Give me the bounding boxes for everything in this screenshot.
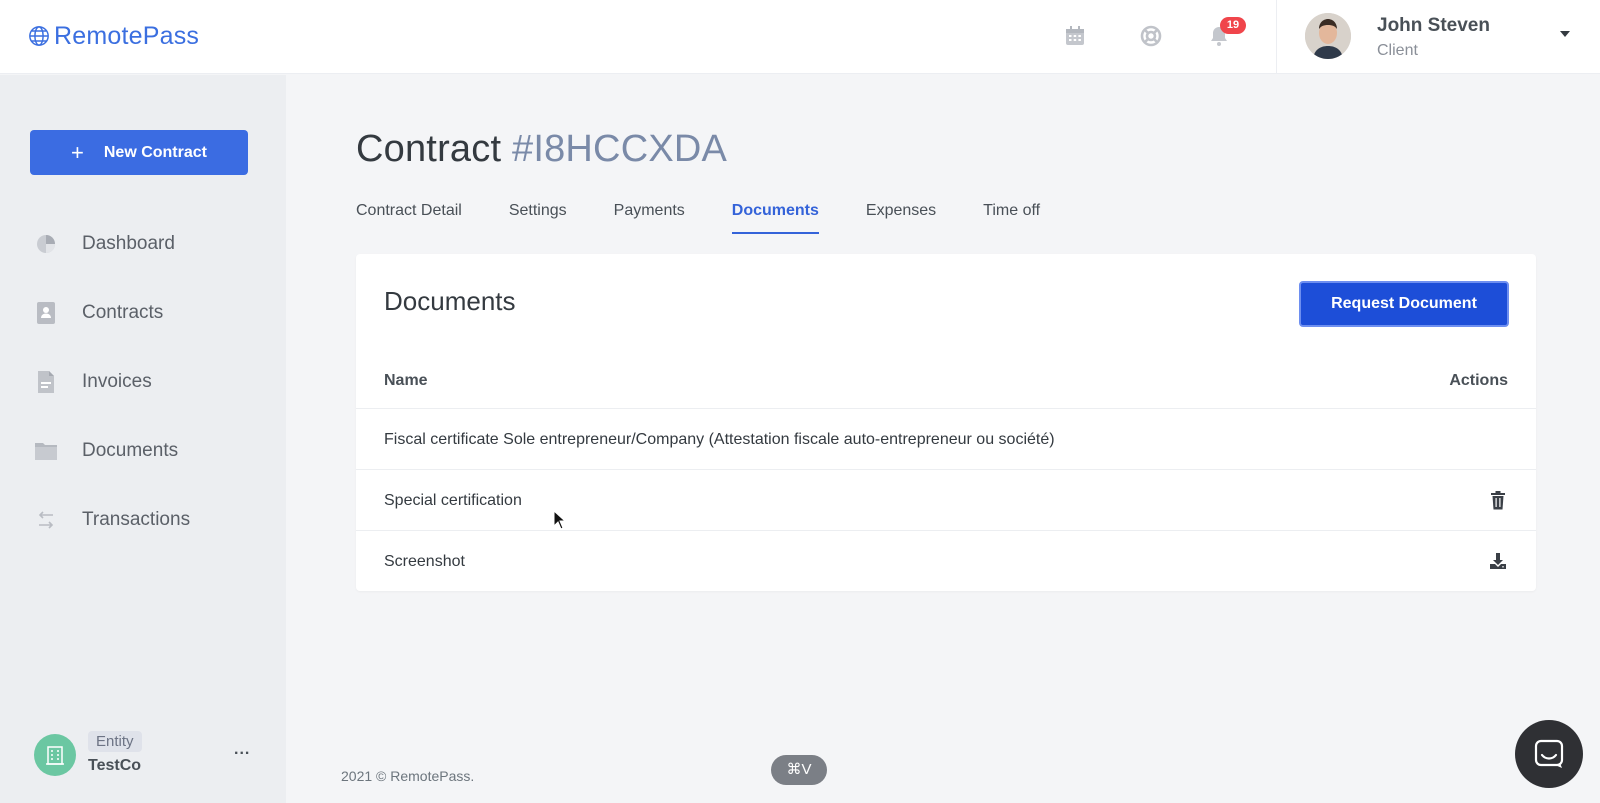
transfer-icon: [34, 508, 58, 532]
sidebar-item-label: Invoices: [82, 371, 152, 392]
tab-expenses[interactable]: Expenses: [866, 200, 936, 234]
sidebar: + New Contract Dashboard Contracts Invoi…: [0, 75, 286, 803]
avatar[interactable]: [1305, 13, 1351, 59]
tab-contract-detail[interactable]: Contract Detail: [356, 200, 462, 234]
column-header-name: Name: [384, 372, 428, 389]
entity-tag: Entity: [88, 731, 142, 752]
download-icon[interactable]: [1488, 551, 1508, 571]
sidebar-item-transactions[interactable]: Transactions: [0, 495, 286, 545]
more-options-icon[interactable]: ...: [234, 741, 250, 759]
new-contract-label: New Contract: [103, 143, 207, 161]
invoice-icon: [34, 370, 58, 394]
table-row: Special certification: [356, 469, 1536, 530]
sidebar-item-label: Transactions: [82, 509, 191, 530]
tab-payments[interactable]: Payments: [614, 200, 685, 234]
document-name: Screenshot: [384, 553, 465, 570]
column-header-actions: Actions: [1449, 372, 1508, 389]
sidebar-item-label: Contracts: [82, 302, 164, 323]
brand-name: RemotePass: [54, 21, 200, 50]
user-name[interactable]: John Steven: [1377, 15, 1490, 37]
brand-logo[interactable]: RemotePass: [28, 20, 199, 52]
request-document-button[interactable]: Request Document: [1299, 281, 1509, 327]
new-contract-button[interactable]: + New Contract: [30, 130, 248, 175]
sidebar-item-contracts[interactable]: Contracts: [0, 288, 286, 338]
notification-badge: 19: [1220, 17, 1246, 34]
building-icon: [34, 734, 76, 776]
document-name: Fiscal certificate Sole entrepreneur/Com…: [384, 431, 1055, 448]
chevron-down-icon[interactable]: [1555, 26, 1575, 42]
calendar-icon[interactable]: [1062, 23, 1088, 49]
entity-switcher[interactable]: Entity TestCo ...: [34, 731, 264, 781]
contract-id: #I8HCCXDA: [511, 128, 728, 170]
plus-icon: +: [71, 139, 84, 165]
contract-icon: [34, 301, 58, 325]
globe-icon: [29, 26, 49, 46]
footer-copyright: 2021 © RemotePass.: [341, 768, 475, 784]
table-row: Fiscal certificate Sole entrepreneur/Com…: [356, 408, 1536, 469]
shortcut-hint: ⌘V: [771, 755, 827, 785]
chat-icon: [1534, 739, 1564, 768]
sidebar-item-invoices[interactable]: Invoices: [0, 357, 286, 407]
page-title-prefix: Contract: [356, 128, 502, 170]
document-name: Special certification: [384, 492, 522, 509]
page-title: Contract #I8HCCXDA: [356, 128, 727, 171]
mouse-cursor-icon: [553, 510, 567, 530]
support-icon[interactable]: [1138, 23, 1164, 49]
tab-time-off[interactable]: Time off: [983, 200, 1040, 234]
documents-card: Documents Request Document Name Actions …: [356, 254, 1536, 591]
folder-icon: [34, 439, 58, 463]
tab-documents[interactable]: Documents: [731, 200, 819, 234]
pie-chart-icon: [34, 232, 58, 256]
sidebar-item-label: Dashboard: [82, 233, 175, 254]
user-role: Client: [1377, 42, 1418, 59]
sidebar-item-documents[interactable]: Documents: [0, 426, 286, 476]
table-row: Screenshot: [356, 530, 1536, 591]
chat-launcher-button[interactable]: [1515, 720, 1583, 788]
top-bar: RemotePass 19 John Steven Client: [0, 0, 1600, 74]
tab-settings[interactable]: Settings: [509, 200, 567, 234]
sidebar-item-label: Documents: [82, 440, 179, 461]
sidebar-item-dashboard[interactable]: Dashboard: [0, 219, 286, 269]
divider: [1276, 0, 1277, 74]
card-title: Documents: [384, 286, 516, 316]
entity-name: TestCo: [88, 757, 142, 774]
trash-icon[interactable]: [1488, 490, 1508, 510]
contract-tabs: Contract Detail Settings Payments Docume…: [356, 200, 1087, 234]
